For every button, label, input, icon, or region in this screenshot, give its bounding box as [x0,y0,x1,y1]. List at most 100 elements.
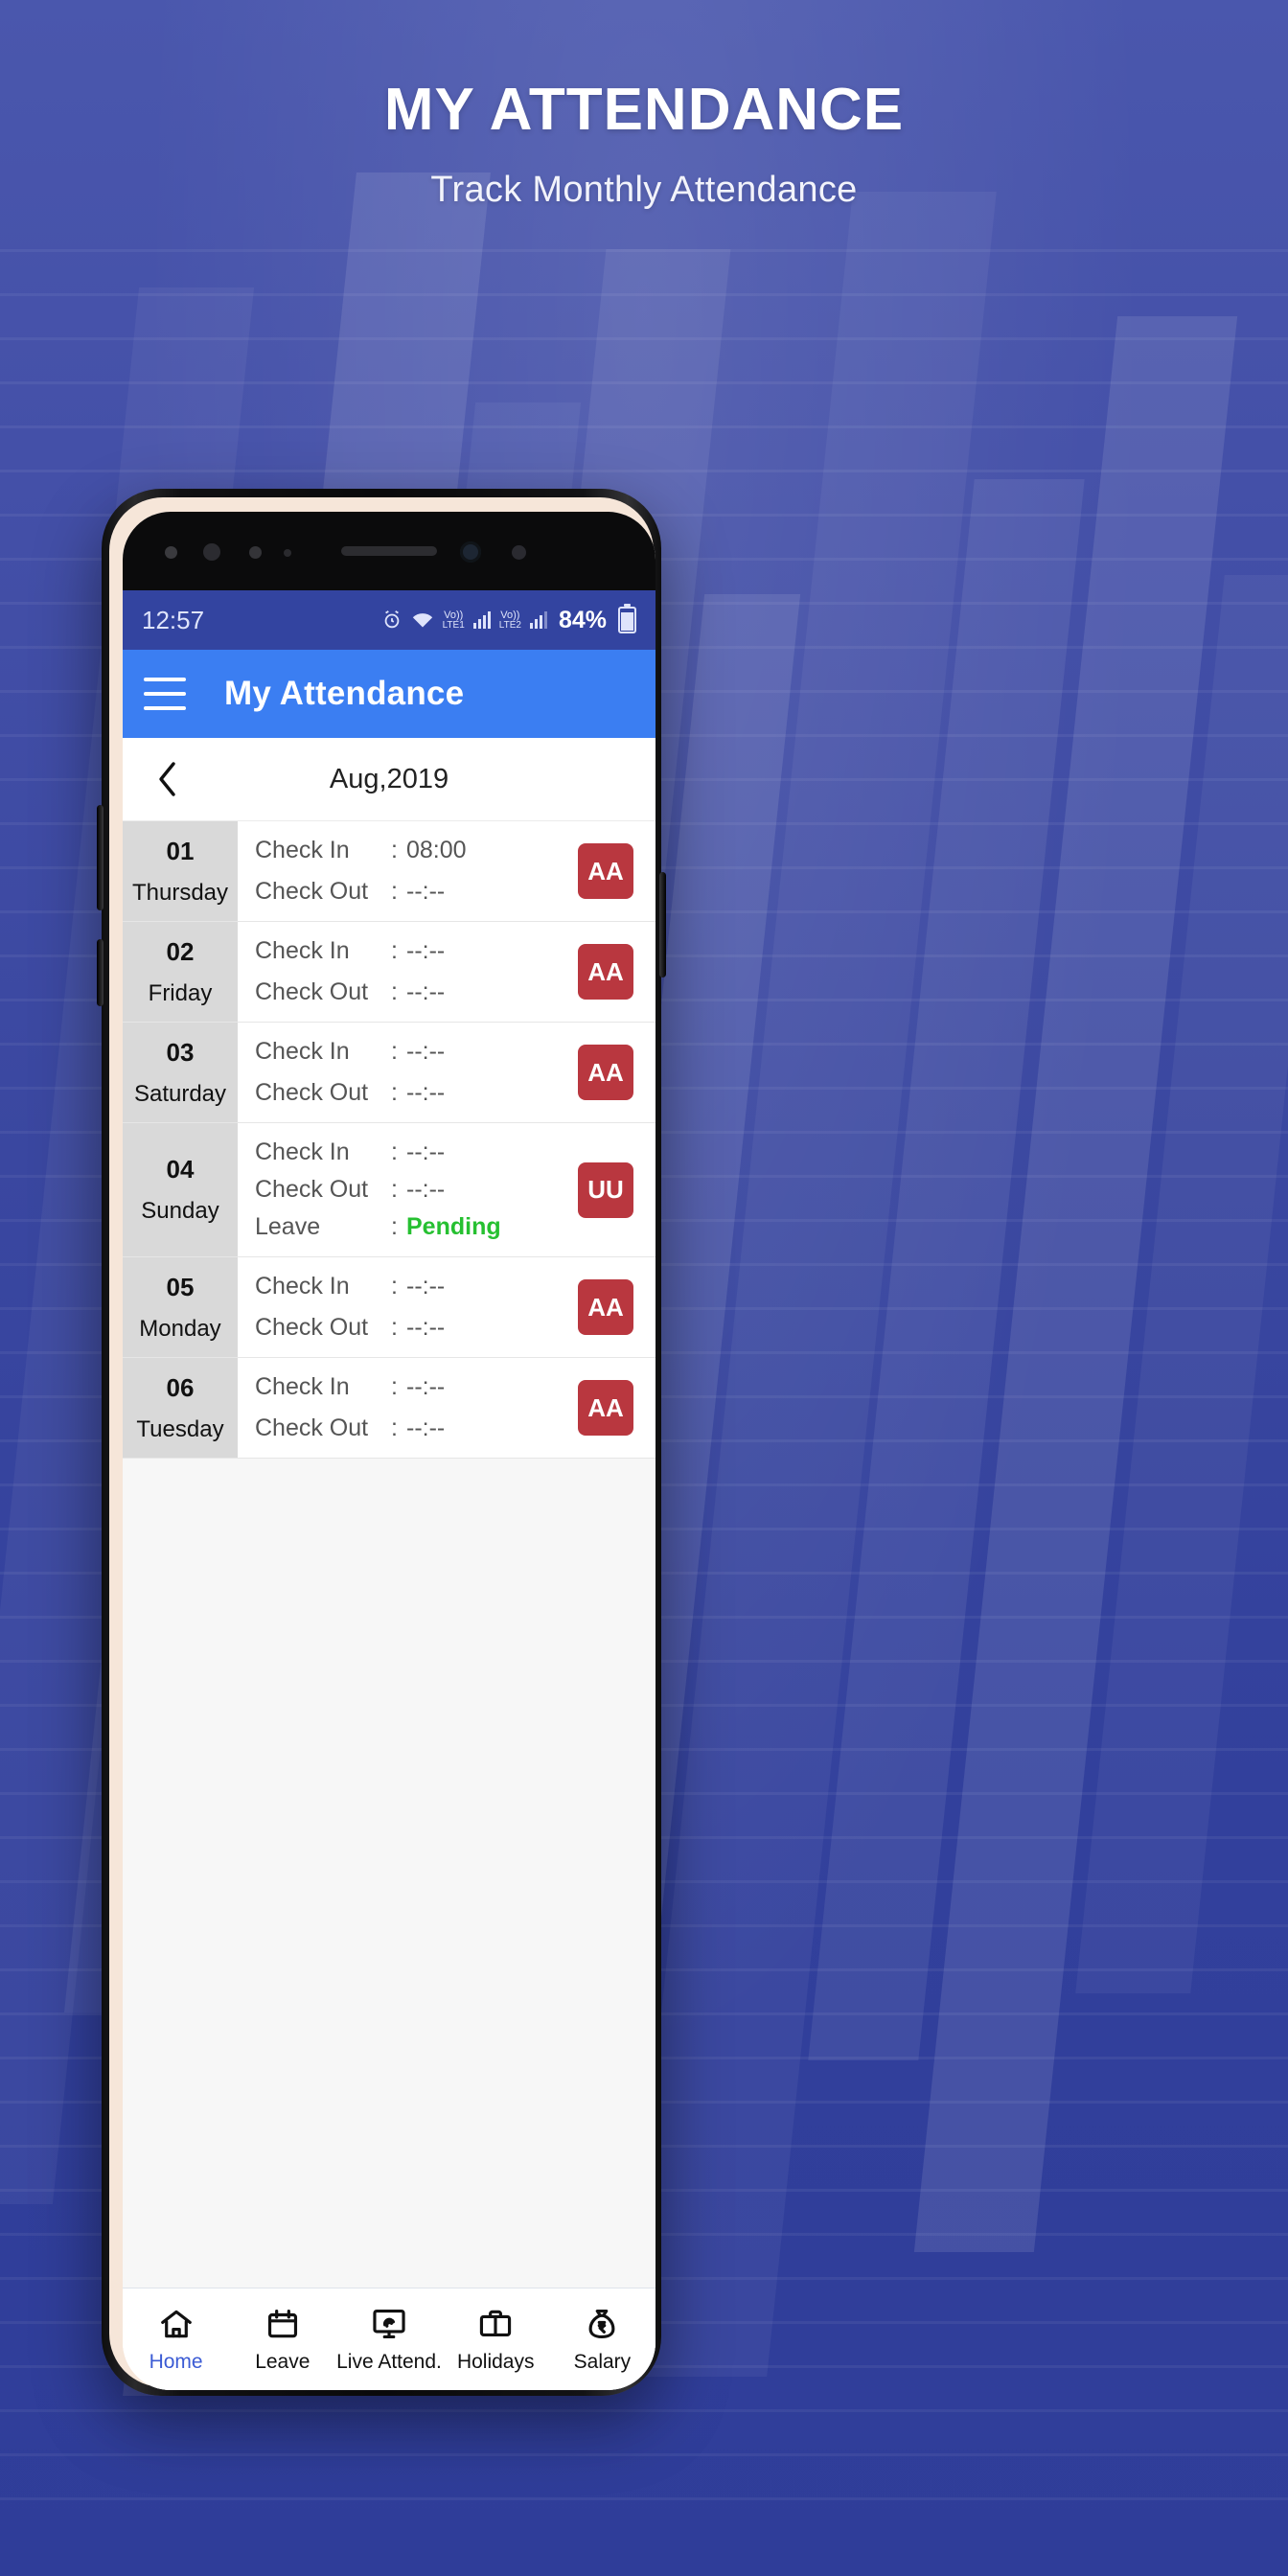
check-in-label: Check In [255,1373,350,1400]
check-out-label: Check Out [255,1414,369,1441]
nav-item-live-attend[interactable]: Live Attend. [335,2306,442,2374]
check-out-field: Check Out: --:-- [255,1314,556,1342]
attendance-details: Check In: --:-- Check Out: --:-- [238,1023,556,1122]
attendance-row[interactable]: 01 Thursday Check In:08:00 Check Out: --:-- A… [123,821,656,922]
leave-value: Pending [406,1213,501,1240]
sensor-dot-3 [249,546,262,559]
sim1-signal-icon [472,611,491,629]
colon-separator: : [391,878,398,905]
colon-separator: : [391,837,398,863]
day-name: Saturday [133,1080,227,1107]
day-number: 03 [166,1037,195,1067]
check-in-label: Check In [255,1038,350,1065]
check-out-field: Check Out: --:-- [255,1079,556,1107]
colon-separator: : [391,1038,398,1065]
day-number: 06 [166,1372,195,1402]
background-window-line [0,337,1288,340]
status-badge[interactable]: AA [578,1279,633,1335]
attendance-details: Check In:08:00 Check Out: --:-- [238,821,556,921]
nav-item-label: Home [149,2350,203,2373]
bottom-navigation-bar[interactable]: Home Leave Live Attend. Holidays Salary [123,2288,656,2390]
front-camera [460,541,481,563]
chevron-left-icon[interactable] [146,757,190,801]
day-name: Sunday [141,1198,219,1224]
check-in-field: Check In: --:-- [255,1038,556,1066]
phone-top-hardware [123,512,656,590]
check-in-label: Check In [255,1273,350,1300]
background-window-line [0,2453,1288,2456]
volume-button[interactable] [97,805,104,910]
attendance-row[interactable]: 06 Tuesday Check In: --:-- Check Out: --:-- AA [123,1358,656,1459]
check-out-field: Check Out: --:-- [255,978,556,1006]
promo-text-block: MY ATTENDANCE Track Monthly Attendance [0,0,1288,211]
check-out-label: Check Out [255,1314,369,1341]
status-bar: 12:57 Vo)) LTE1 Vo)) LTE2 84% [123,590,656,650]
day-cell: 03 Saturday [123,1023,238,1122]
power-button[interactable] [659,872,666,978]
status-badge-wrapper: AA [556,1023,656,1122]
status-badge[interactable]: AA [578,944,633,1000]
check-in-value: --:-- [406,1138,446,1165]
nav-item-label: Holidays [456,2350,535,2373]
colon-separator: : [391,978,398,1005]
attendance-row[interactable]: 02 Friday Check In: --:-- Check Out: --:-- AA [123,922,656,1023]
background-window-line [0,2497,1288,2500]
nav-item-leave[interactable]: Leave [229,2306,335,2374]
hamburger-menu-icon[interactable] [144,678,186,710]
bixby-button[interactable] [97,939,104,1006]
check-in-value: --:-- [406,1373,446,1400]
status-bar-clock: 12:57 [142,605,205,634]
status-badge[interactable]: AA [578,1380,633,1436]
check-out-value: --:-- [406,1079,446,1106]
attendance-row[interactable]: 03 Saturday Check In: --:-- Check Out: --:-- A… [123,1023,656,1123]
attendance-row[interactable]: 04 Sunday Check In: --:-- Check Out: --:-- Lea… [123,1123,656,1257]
phone-device-frame: 12:57 Vo)) LTE1 Vo)) LTE2 84% My Attenda… [97,489,666,2396]
day-cell: 05 Monday [123,1257,238,1357]
status-badge-wrapper: AA [556,821,656,921]
money-bag-icon [584,2306,620,2342]
status-badge[interactable]: AA [578,1045,633,1100]
promo-headline: MY ATTENDANCE [383,77,905,143]
nav-item-salary[interactable]: Salary [549,2306,656,2374]
colon-separator: : [391,1138,398,1165]
colon-separator: : [391,1314,398,1341]
nav-item-holidays[interactable]: Holidays [443,2306,549,2374]
attendance-list[interactable]: 01 Thursday Check In:08:00 Check Out: --:-- A… [123,821,656,1459]
calendar-icon [264,2306,301,2342]
check-out-label: Check Out [255,878,369,905]
background-window-line [0,293,1288,296]
iris-scanner [512,545,526,560]
check-in-field: Check In:08:00 [255,837,556,864]
nav-item-home[interactable]: Home [123,2306,229,2374]
wifi-icon [411,610,434,630]
check-in-field: Check In: --:-- [255,1373,556,1401]
background-window-line [0,2409,1288,2412]
fingerprint-monitor-icon [371,2306,407,2342]
colon-separator: : [391,1213,398,1240]
nav-item-label: Leave [255,2350,310,2373]
colon-separator: : [391,1273,398,1300]
check-out-value: --:-- [406,1314,446,1341]
day-cell: 04 Sunday [123,1123,238,1256]
check-out-label: Check Out [255,1079,369,1106]
attendance-details: Check In: --:-- Check Out: --:-- Leave: Pendi… [238,1123,556,1256]
colon-separator: : [391,1079,398,1106]
colon-separator: : [391,1414,398,1441]
status-badge-wrapper: AA [556,1358,656,1458]
check-out-field: Check Out: --:-- [255,1414,556,1442]
day-name: Monday [139,1315,221,1342]
attendance-row[interactable]: 05 Monday Check In: --:-- Check Out: --:-- AA [123,1257,656,1358]
month-navigation-bar: Aug,2019 [123,738,656,821]
check-in-value: --:-- [406,1038,446,1065]
battery-percent-label: 84% [558,606,607,633]
day-cell: 02 Friday [123,922,238,1022]
check-in-field: Check In: --:-- [255,937,556,965]
status-badge[interactable]: UU [578,1162,633,1218]
attendance-details: Check In: --:-- Check Out: --:-- [238,1358,556,1458]
check-in-field: Check In: --:-- [255,1138,556,1166]
check-out-value: --:-- [406,978,446,1005]
battery-icon [618,604,636,633]
status-badge-wrapper: UU [556,1123,656,1256]
check-in-value: --:-- [406,1273,446,1300]
status-badge[interactable]: AA [578,843,633,899]
